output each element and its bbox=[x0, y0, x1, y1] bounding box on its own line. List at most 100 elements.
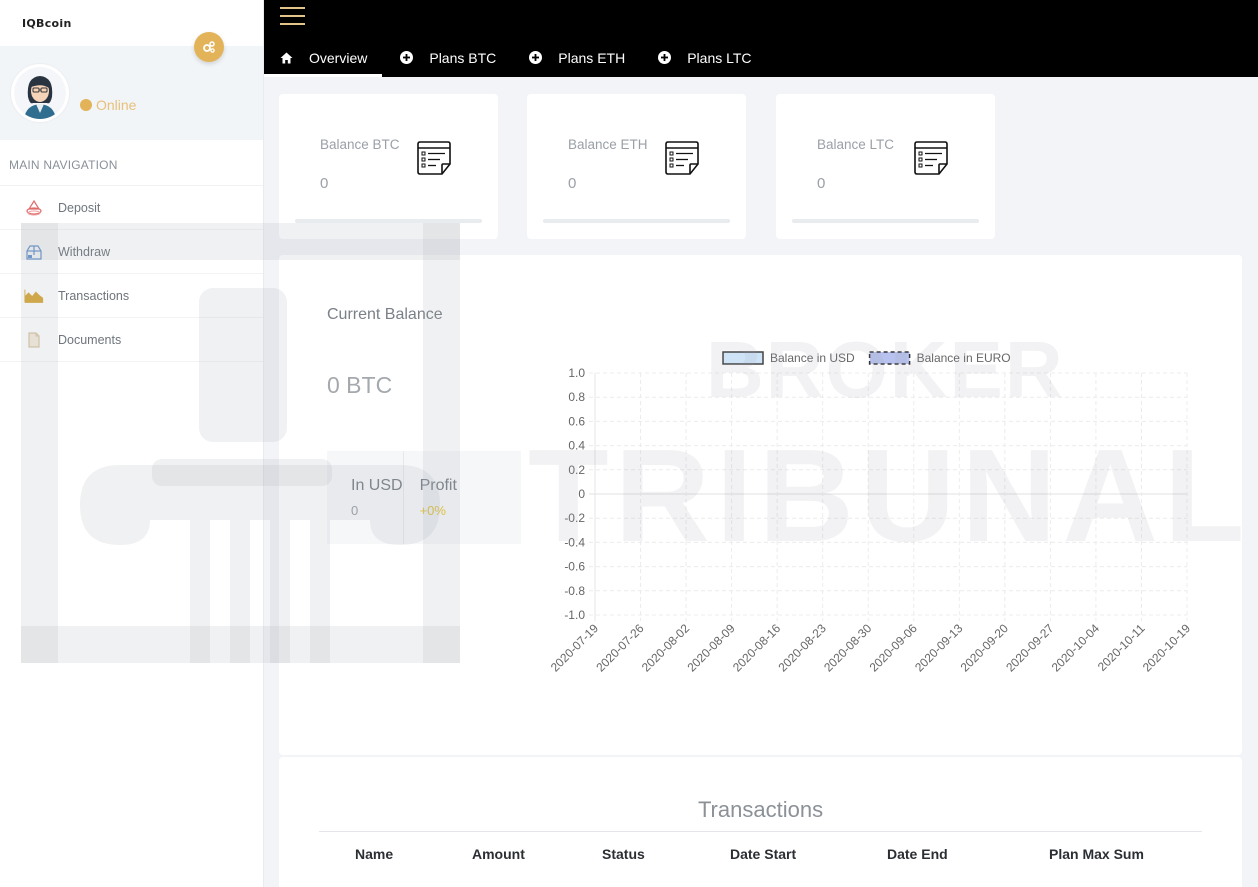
stat-label: In USD bbox=[351, 477, 403, 494]
transactions-card: Transactions Name Amount Status Date Sta… bbox=[279, 757, 1242, 887]
stat-label: Profit bbox=[419, 477, 457, 494]
transactions-title: Transactions bbox=[697, 797, 824, 822]
balance-chart-svg: 1.00.80.60.40.20-0.2-0.4-0.6-0.8-1.02020… bbox=[548, 351, 1194, 675]
y-tick-label: 0.8 bbox=[568, 390, 585, 404]
balance-card-eth: Balance ETH 0 bbox=[527, 94, 746, 239]
sidebar-item-label: Deposit bbox=[58, 200, 101, 215]
x-tick-label: 2020-10-19 bbox=[1140, 621, 1194, 675]
balance-stats: In USD 0 Profit +0% bbox=[327, 451, 521, 544]
x-tick-label: 2020-09-27 bbox=[1003, 621, 1057, 675]
sidebar-item-deposit[interactable]: Deposit bbox=[0, 186, 263, 230]
y-tick-label: 1.0 bbox=[568, 366, 585, 380]
notepad-icon bbox=[665, 141, 699, 175]
stat-profit: Profit +0% bbox=[402, 451, 457, 544]
balance-card-btc: Balance BTC 0 bbox=[279, 94, 498, 239]
balance-label: Balance LTC bbox=[817, 137, 895, 152]
notepad-icon bbox=[914, 141, 948, 175]
avatar[interactable] bbox=[11, 64, 69, 122]
tab-plans-btc[interactable]: Plans BTC bbox=[384, 38, 511, 77]
tab-plans-ltc[interactable]: Plans LTC bbox=[642, 38, 766, 77]
brand-logo[interactable]: IQBcoin bbox=[0, 0, 263, 46]
tab-label: Plans ETH bbox=[558, 49, 626, 66]
balance-card-ltc: Balance LTC 0 bbox=[776, 94, 995, 239]
sidebar-item-label: Withdraw bbox=[58, 244, 111, 259]
sidebar-item-label: Documents bbox=[58, 332, 122, 347]
column-header-status[interactable]: Status bbox=[602, 846, 645, 862]
x-tick-label: 2020-10-04 bbox=[1049, 621, 1103, 675]
main-tabs: Overview Plans BTC Plans ETH Plans LTC bbox=[264, 38, 767, 77]
balance-label: Balance BTC bbox=[320, 137, 400, 152]
hamburger-line bbox=[280, 15, 305, 17]
home-icon bbox=[280, 51, 293, 64]
x-tick-label: 2020-09-20 bbox=[958, 621, 1012, 675]
user-avatar-icon bbox=[14, 67, 66, 119]
menu-toggle-button[interactable] bbox=[280, 7, 305, 25]
plus-circle-icon bbox=[400, 51, 414, 64]
sidebar-item-documents[interactable]: Documents bbox=[0, 318, 263, 362]
user-status: Online bbox=[80, 97, 136, 113]
tab-label: Plans LTC bbox=[687, 49, 752, 66]
sidebar-item-transactions[interactable]: Transactions bbox=[0, 274, 263, 318]
x-tick-label: 2020-07-26 bbox=[593, 621, 647, 675]
settings-button[interactable] bbox=[194, 32, 224, 62]
y-tick-label: -0.8 bbox=[564, 584, 585, 598]
stat-value: 0 bbox=[351, 503, 359, 518]
current-balance-card: Current Balance 0 BTC In USD 0 Profit +0… bbox=[279, 255, 1242, 755]
tab-overview[interactable]: Overview bbox=[264, 38, 383, 77]
x-tick-label: 2020-07-19 bbox=[548, 621, 602, 675]
withdraw-icon bbox=[24, 243, 44, 261]
stat-value: +0% bbox=[419, 503, 446, 518]
hamburger-line bbox=[280, 7, 305, 9]
current-balance-value: 0 BTC bbox=[327, 372, 393, 398]
column-header-date-start[interactable]: Date Start bbox=[730, 846, 796, 862]
y-tick-label: -0.2 bbox=[564, 511, 585, 525]
x-tick-label: 2020-08-16 bbox=[730, 621, 784, 675]
gears-icon bbox=[203, 41, 215, 53]
plus-circle-icon bbox=[658, 51, 672, 64]
sidebar-item-label: Transactions bbox=[58, 288, 130, 303]
tab-plans-eth[interactable]: Plans ETH bbox=[513, 38, 640, 77]
column-header-plan-max-sum[interactable]: Plan Max Sum bbox=[1049, 846, 1144, 862]
plus-circle-icon bbox=[529, 51, 543, 64]
tab-label: Overview bbox=[309, 49, 368, 66]
y-tick-label: -0.4 bbox=[564, 535, 585, 549]
hamburger-line bbox=[280, 23, 305, 25]
y-tick-label: 0.6 bbox=[568, 414, 585, 428]
y-tick-label: 0 bbox=[578, 487, 585, 501]
balance-progress-bar bbox=[792, 219, 979, 223]
sidebar: IQBcoin Online MAIN NAVIGATION Deposit W… bbox=[0, 0, 264, 887]
balance-label: Balance ETH bbox=[568, 137, 648, 152]
legend-label: Balance in EURO bbox=[917, 351, 1011, 365]
column-header-date-end[interactable]: Date End bbox=[887, 846, 948, 862]
document-icon bbox=[24, 331, 44, 349]
balance-progress-bar bbox=[295, 219, 482, 223]
balance-value: 0 bbox=[568, 175, 577, 192]
balance-chart: 1.0 0.8 0.6 0.4 0.2 0 -0.2 -0.4 -0.6 -0.8 -1.0 2020… bbox=[539, 340, 1229, 700]
y-tick-label: 0.4 bbox=[568, 439, 585, 453]
x-tick-label: 2020-08-09 bbox=[684, 621, 738, 675]
legend-swatch bbox=[722, 351, 764, 365]
y-tick-label: -0.6 bbox=[564, 560, 585, 574]
y-tick-label: -1.0 bbox=[564, 608, 585, 622]
sidebar-item-withdraw[interactable]: Withdraw bbox=[0, 230, 263, 274]
notepad-icon bbox=[417, 141, 451, 175]
legend-swatch bbox=[868, 351, 911, 365]
x-tick-label: 2020-08-30 bbox=[821, 621, 875, 675]
user-panel: Online bbox=[0, 32, 263, 140]
balance-value: 0 bbox=[320, 175, 329, 192]
divider bbox=[319, 831, 1202, 832]
legend-label: Balance in USD bbox=[770, 351, 855, 365]
deposit-icon bbox=[24, 199, 44, 217]
column-header-name[interactable]: Name bbox=[355, 846, 393, 862]
balance-value: 0 bbox=[817, 175, 826, 192]
status-label: Online bbox=[96, 97, 137, 113]
tab-label: Plans BTC bbox=[429, 49, 497, 66]
current-balance-title: Current Balance bbox=[327, 306, 443, 323]
area-chart-icon bbox=[24, 287, 44, 305]
balance-progress-bar bbox=[543, 219, 730, 223]
x-tick-label: 2020-09-06 bbox=[867, 621, 921, 675]
x-tick-label: 2020-08-02 bbox=[639, 621, 693, 675]
stat-in-usd: In USD 0 bbox=[327, 451, 403, 544]
column-header-amount[interactable]: Amount bbox=[472, 846, 525, 862]
y-tick-label: 0.2 bbox=[568, 463, 585, 477]
